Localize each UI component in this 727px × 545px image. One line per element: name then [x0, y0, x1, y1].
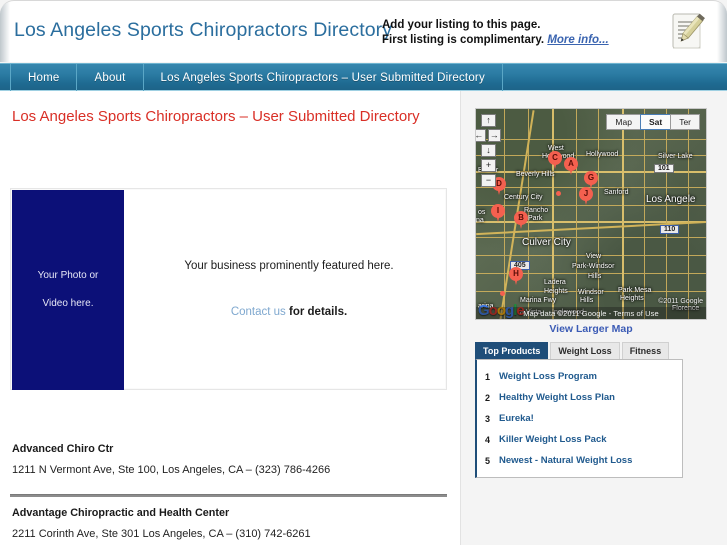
map-marker[interactable]: H [509, 267, 523, 286]
product-link[interactable]: Healthy Weight Loss Plan [499, 392, 615, 403]
map-type-map-button[interactable]: Map [606, 114, 641, 130]
tab-top-products[interactable]: Top Products [475, 342, 549, 360]
nav-item-home[interactable]: Home [10, 64, 78, 91]
header-edge-shadow-left [0, 1, 10, 62]
google-map[interactable]: West Hollywood Hollywood Silver Lake Bel… [475, 108, 707, 320]
map-marker[interactable]: B [514, 211, 528, 230]
tab-weight-loss[interactable]: Weight Loss [550, 342, 620, 360]
product-link[interactable]: Eureka! [499, 413, 534, 424]
contact-us-link[interactable]: Contact us [231, 306, 286, 318]
nav-item-about[interactable]: About [77, 64, 144, 91]
map-pan-zoom-controls[interactable]: ↑ ← → ↓ + − [476, 114, 501, 189]
list-item[interactable]: 4 Killer Weight Loss Pack [477, 429, 682, 450]
content-area: Los Angeles Sports Chiropractors – User … [0, 91, 727, 545]
map-zoom-out-button[interactable]: − [481, 174, 496, 187]
contact-us-suffix: for details. [285, 306, 348, 318]
nav-filler [503, 64, 727, 91]
map-attribution: Map data ©2011 Google - Terms of Use [476, 307, 706, 319]
map-canvas[interactable]: West Hollywood Hollywood Silver Lake Bel… [476, 109, 706, 319]
map-zoom-in-button[interactable]: + [481, 159, 496, 172]
sidebar-tabs[interactable]: Top Products Weight Loss Fitness [475, 341, 707, 360]
featured-headline: Your business prominently featured here. [184, 260, 394, 272]
map-type-switcher[interactable]: Map Sat Ter [606, 114, 700, 130]
nav-item-directory[interactable]: Los Angeles Sports Chiropractors – User … [144, 64, 503, 91]
page-title: Los Angeles Sports Chiropractors – User … [12, 108, 420, 125]
view-larger-map-link[interactable]: View Larger Map [475, 323, 707, 335]
site-title: Los Angeles Sports Chiropractors Directo… [14, 19, 393, 41]
product-rank: 1 [485, 371, 491, 382]
photo-placeholder-line-1: Your Photo or [37, 270, 99, 281]
list-item[interactable]: 2 Healthy Weight Loss Plan [477, 387, 682, 408]
listing-name: Advantage Chiropractic and Health Center [12, 507, 230, 519]
list-item[interactable]: Advantage Chiropractic and Health Center… [10, 507, 447, 540]
map-roads [476, 109, 706, 319]
sidebar: West Hollywood Hollywood Silver Lake Bel… [462, 91, 727, 545]
map-pan-up-button[interactable]: ↑ [481, 114, 496, 127]
promo-line-1: Add your listing to this page. [382, 19, 541, 31]
featured-listing-box: Your Photo or Video here. Your business … [10, 188, 447, 390]
map-marker[interactable]: J [579, 187, 593, 206]
page-root: Los Angeles Sports Chiropractors Directo… [0, 0, 727, 545]
listing-divider [10, 494, 447, 497]
list-item[interactable]: Advanced Chiro Ctr 1211 N Vermont Ave, S… [10, 443, 447, 476]
header-edge-shadow-right [717, 1, 727, 62]
map-marker[interactable]: C [548, 151, 562, 170]
map-pan-right-button[interactable]: → [487, 129, 501, 142]
map-marker[interactable]: I [491, 204, 505, 223]
tab-fitness[interactable]: Fitness [621, 342, 670, 360]
site-header: Los Angeles Sports Chiropractors Directo… [0, 0, 727, 62]
product-rank: 2 [485, 392, 491, 403]
map-pan-left-button[interactable]: ← [476, 129, 486, 142]
map-type-ter-button[interactable]: Ter [670, 114, 700, 130]
product-link[interactable]: Killer Weight Loss Pack [499, 434, 607, 445]
map-pan-down-button[interactable]: ↓ [481, 144, 496, 157]
featured-copy: Your business prominently featured here.… [131, 189, 447, 389]
promo-banner: Add your listing to this page. First lis… [382, 18, 609, 48]
listing-name: Advanced Chiro Ctr [12, 443, 114, 455]
photo-placeholder: Your Photo or Video here. [12, 190, 124, 390]
map-copyright: ©2011 Google [658, 298, 703, 305]
main-column: Los Angeles Sports Chiropractors – User … [0, 91, 461, 545]
directory-listings: Advanced Chiro Ctr 1211 N Vermont Ave, S… [10, 443, 447, 545]
listing-address: 1211 N Vermont Ave, Ste 100, Los Angeles… [12, 464, 331, 476]
product-rank: 3 [485, 413, 491, 424]
promo-line-2: First listing is complimentary. More inf… [382, 33, 609, 48]
top-products-list: 1 Weight Loss Program 2 Healthy Weight L… [475, 359, 683, 478]
featured-contact-line: Contact us for details. [231, 306, 347, 318]
map-type-sat-button[interactable]: Sat [639, 114, 672, 130]
more-info-link[interactable]: More info... [547, 34, 608, 46]
listing-address: 2211 Corinth Ave, Ste 301 Los Angeles, C… [12, 528, 311, 540]
list-item[interactable]: 1 Weight Loss Program [477, 366, 682, 387]
product-link[interactable]: Weight Loss Program [499, 371, 597, 382]
main-navigation[interactable]: Home About Los Angeles Sports Chiropract… [0, 63, 727, 91]
list-item[interactable]: 5 Newest - Natural Weight Loss [477, 450, 682, 471]
document-pencil-icon [672, 13, 705, 49]
list-item[interactable]: 3 Eureka! [477, 408, 682, 429]
map-marker[interactable]: A [564, 157, 578, 176]
photo-placeholder-line-2: Video here. [42, 298, 94, 309]
product-rank: 5 [485, 455, 491, 466]
promo-line-2-text: First listing is complimentary. [382, 34, 545, 46]
product-rank: 4 [485, 434, 491, 445]
product-link[interactable]: Newest - Natural Weight Loss [499, 455, 632, 466]
